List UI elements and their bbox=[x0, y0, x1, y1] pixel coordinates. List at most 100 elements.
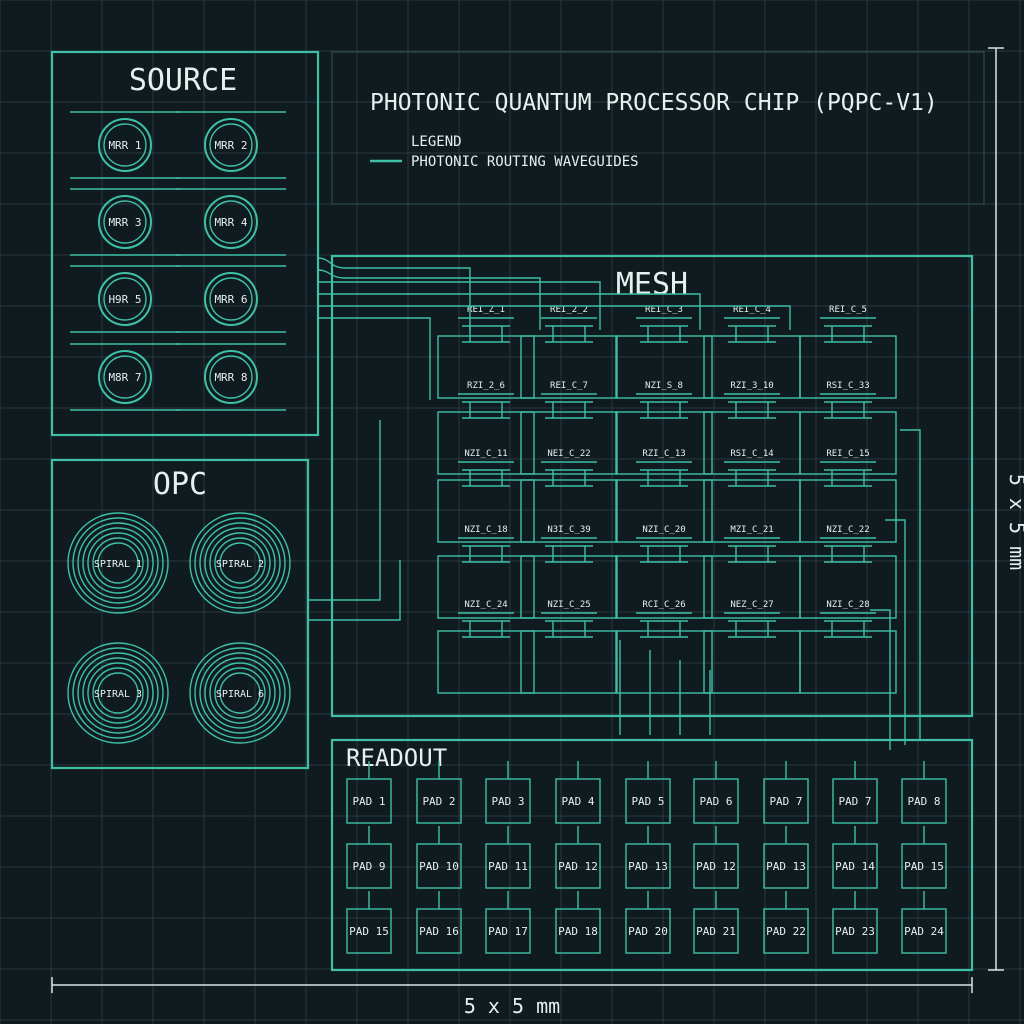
mzi-label: NZI_C_11 bbox=[464, 449, 507, 459]
mzi-cell: NZI_C_25 bbox=[520, 600, 618, 694]
mzi-grid: REI_Z_1 REI_2_2 REI_C_3 REI_C_4 REI_C_5RZI_2… bbox=[437, 305, 897, 694]
pad-label: PAD 13 bbox=[766, 860, 806, 873]
bond-pad: PAD 18 bbox=[555, 891, 601, 954]
pad-label: PAD 16 bbox=[419, 925, 459, 938]
mzi-cell: REI_C_7 bbox=[520, 381, 618, 475]
opc-block: OPC SPIRAL 1 SPIRAL 2 SPIRAL 3 SPIRAL 6 bbox=[50, 458, 310, 770]
pad-label: PAD 3 bbox=[491, 795, 524, 808]
bond-pad: PAD 23 bbox=[832, 891, 878, 954]
resonator-label: MRR 2 bbox=[214, 139, 247, 152]
mzi-label: NEZ_C_27 bbox=[730, 600, 773, 610]
micro-ring-resonator: M8R 7 bbox=[70, 343, 180, 411]
bond-pad: PAD 14 bbox=[832, 826, 878, 889]
mzi-cell: RZI_3_10 bbox=[703, 381, 801, 475]
mzi-label: NZI_C_25 bbox=[547, 600, 590, 610]
readout-block: READOUT PAD 1 PAD 2 PAD 3 PAD 4 PAD 5 PAD 6 PA… bbox=[330, 738, 974, 972]
pad-label: PAD 11 bbox=[488, 860, 528, 873]
spiral-group: SPIRAL 1 SPIRAL 2 SPIRAL 3 SPIRAL 6 bbox=[67, 512, 291, 744]
routing-waveguides bbox=[308, 257, 921, 750]
mzi-label: MZI_C_21 bbox=[730, 525, 773, 535]
mesh-block: MESH REI_Z_1 REI_2_2 REI_C_3 REI_C_4 REI_C_5… bbox=[330, 254, 974, 718]
mzi-cell: NZI_C_24 bbox=[437, 600, 535, 694]
mzi-cell: NZI_C_28 bbox=[799, 600, 897, 694]
mzi-label: RCI_C_26 bbox=[642, 600, 685, 610]
resonator-label: MRR 4 bbox=[214, 216, 247, 229]
bond-pad: PAD 12 bbox=[693, 826, 739, 889]
micro-ring-resonator: MRR 2 bbox=[176, 111, 286, 179]
bond-pad: PAD 7 bbox=[763, 761, 809, 824]
pad-label: PAD 1 bbox=[352, 795, 385, 808]
pad-label: PAD 20 bbox=[628, 925, 668, 938]
delay-spiral: SPIRAL 2 bbox=[189, 512, 291, 614]
mzi-cell: RCI_C_26 bbox=[615, 600, 713, 694]
routing-waveguide bbox=[885, 519, 906, 745]
delay-spiral: SPIRAL 6 bbox=[189, 642, 291, 744]
readout-label: READOUT bbox=[346, 744, 447, 772]
resonator-label: MRR 1 bbox=[108, 139, 141, 152]
mzi-label: NZI_C_28 bbox=[826, 600, 869, 610]
mzi-label: N3I_C_39 bbox=[547, 525, 590, 535]
source-label: SOURCE bbox=[129, 63, 237, 98]
routing-waveguide bbox=[318, 317, 431, 400]
bond-pad: PAD 3 bbox=[485, 761, 531, 824]
bond-pad: PAD 15 bbox=[346, 891, 392, 954]
width-dimension: 5 x 5 mm bbox=[51, 977, 973, 1018]
delay-spiral: SPIRAL 3 bbox=[67, 642, 169, 744]
resonator-label: MRR 8 bbox=[214, 371, 247, 384]
bond-pad: PAD 22 bbox=[763, 891, 809, 954]
spiral-label: SPIRAL 2 bbox=[216, 559, 264, 570]
bond-pad: PAD 9 bbox=[346, 826, 392, 889]
pad-label: PAD 7 bbox=[838, 795, 871, 808]
spiral-label: SPIRAL 1 bbox=[94, 559, 142, 570]
opc-label: OPC bbox=[153, 467, 207, 502]
mzi-cell: NZI_S_8 bbox=[615, 381, 713, 475]
pad-label: PAD 7 bbox=[769, 795, 802, 808]
title-frame bbox=[331, 51, 985, 205]
mzi-label: RZI_C_13 bbox=[642, 449, 685, 459]
mzi-cell: RZI_2_6 bbox=[437, 381, 535, 475]
pad-label: PAD 4 bbox=[561, 795, 594, 808]
legend-entry: PHOTONIC ROUTING WAVEGUIDES bbox=[411, 154, 639, 170]
micro-ring-resonator: MRR 4 bbox=[176, 188, 286, 256]
height-label: 5 x 5 mm bbox=[1005, 474, 1024, 570]
pad-label: PAD 5 bbox=[631, 795, 664, 808]
pad-label: PAD 15 bbox=[349, 925, 389, 938]
mzi-label: RZI_3_10 bbox=[730, 381, 773, 391]
micro-ring-resonator: MRR 6 bbox=[176, 265, 286, 333]
pad-label: PAD 2 bbox=[422, 795, 455, 808]
resonator-label: MRR 6 bbox=[214, 293, 247, 306]
bond-pad: PAD 12 bbox=[555, 826, 601, 889]
bond-pad: PAD 16 bbox=[416, 891, 462, 954]
pad-label: PAD 15 bbox=[904, 860, 944, 873]
mzi-label: NZI_C_24 bbox=[464, 600, 507, 610]
bond-pad: PAD 7 bbox=[832, 761, 878, 824]
pad-label: PAD 12 bbox=[696, 860, 736, 873]
bond-pad: PAD 15 bbox=[901, 826, 947, 889]
pad-grid: PAD 1 PAD 2 PAD 3 PAD 4 PAD 5 PAD 6 PAD 7 PAD 7… bbox=[346, 761, 947, 954]
resonator-label: MRR 3 bbox=[108, 216, 141, 229]
mzi-cell: RSI_C_33 bbox=[799, 381, 897, 475]
mzi-label: RSI_C_14 bbox=[730, 449, 773, 459]
mzi-label: REI_C_7 bbox=[550, 381, 588, 391]
mzi-label: NEI_C_22 bbox=[547, 449, 590, 459]
pad-label: PAD 18 bbox=[558, 925, 598, 938]
pad-label: PAD 14 bbox=[835, 860, 875, 873]
mzi-label: NZI_S_8 bbox=[645, 381, 683, 391]
height-dimension: 5 x 5 mm bbox=[988, 47, 1024, 971]
micro-ring-resonator: MRR 8 bbox=[176, 343, 286, 411]
source-block: SOURCE MRR 1 MRR 2 MRR 3 MRR 4 H9R 5 MRR 6 M8R… bbox=[50, 50, 320, 437]
width-label: 5 x 5 mm bbox=[464, 994, 560, 1018]
spiral-label: SPIRAL 3 bbox=[94, 689, 142, 700]
bond-pad: PAD 10 bbox=[416, 826, 462, 889]
chip-title: PHOTONIC QUANTUM PROCESSOR CHIP (PQPC-V1… bbox=[370, 90, 938, 116]
delay-spiral: SPIRAL 1 bbox=[67, 512, 169, 614]
mzi-label: NZI_C_22 bbox=[826, 525, 869, 535]
bond-pad: PAD 24 bbox=[901, 891, 947, 954]
bond-pad: PAD 13 bbox=[763, 826, 809, 889]
pad-label: PAD 9 bbox=[352, 860, 385, 873]
micro-ring-resonator: MRR 1 bbox=[70, 111, 180, 179]
pad-label: PAD 8 bbox=[907, 795, 940, 808]
mzi-label: RSI_C_33 bbox=[826, 381, 869, 391]
routing-waveguide bbox=[317, 269, 541, 330]
routing-waveguide bbox=[900, 429, 921, 740]
